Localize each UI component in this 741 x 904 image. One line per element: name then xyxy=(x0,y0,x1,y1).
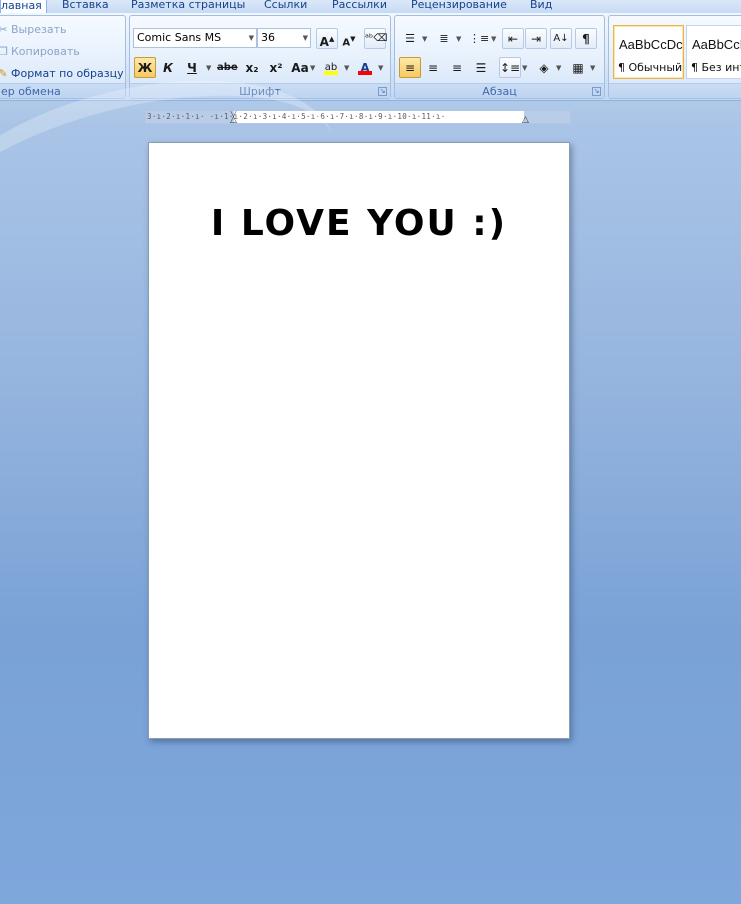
clipboard-group: ✂ Вырезать ❐ Копировать ✎ Формат по образцу… xyxy=(0,15,126,99)
brush-icon: ✎ xyxy=(0,67,8,80)
format-painter-button[interactable]: ✎ Формат по образцу xyxy=(0,66,124,82)
style-name: ¶ Без инте xyxy=(691,61,741,74)
highlight-button[interactable]: ab xyxy=(320,57,342,78)
font-color-button[interactable]: A xyxy=(354,57,376,78)
cut-button[interactable]: ✂ Вырезать xyxy=(0,22,66,38)
font-color-swatch xyxy=(358,71,372,75)
right-indent-marker[interactable]: △ xyxy=(521,116,530,124)
style-no-spacing[interactable]: AaBbCcDc ¶ Без инте xyxy=(686,25,741,79)
font-size-combo[interactable]: 36 ▼ xyxy=(257,28,311,48)
subscript-button[interactable]: x₂ xyxy=(241,57,263,78)
underline-button[interactable]: Ч xyxy=(181,57,203,78)
ribbon-tab-bar: лавная Вставка Разметка страницы Ссылки … xyxy=(0,0,741,13)
shading-icon[interactable]: ◈ xyxy=(533,57,555,78)
chevron-down-icon[interactable]: ▼ xyxy=(344,64,349,72)
tab-mailings[interactable]: Рассылки xyxy=(332,0,387,13)
style-sample: AaBbCcDc xyxy=(692,37,741,52)
chevron-down-icon[interactable]: ▼ xyxy=(422,35,427,43)
paragraph-group: ☰ ▼ ≣ ▼ ⋮≡ ▼ ⇤ ⇥ A↓ ¶ ≡ ≡ ≡ ☰ ↕≡ ▼ ◈ ▼ ▦… xyxy=(394,15,605,99)
show-marks-button[interactable]: ¶ xyxy=(575,28,597,49)
format-painter-label: Формат по образцу xyxy=(11,67,124,80)
ribbon: ✂ Вырезать ❐ Копировать ✎ Формат по образцу… xyxy=(0,13,741,101)
shrink-font-icon: A xyxy=(342,37,351,49)
style-normal[interactable]: AaBbCcDc ¶ Обычный xyxy=(613,25,684,79)
copy-icon: ❐ xyxy=(0,45,8,58)
borders-icon[interactable]: ▦ xyxy=(567,57,589,78)
tab-references[interactable]: Ссылки xyxy=(264,0,307,13)
chevron-down-icon[interactable]: ▼ xyxy=(590,64,595,72)
align-right-icon[interactable]: ≡ xyxy=(446,57,468,78)
paragraph-dialog-launcher-icon[interactable]: ↘ xyxy=(592,87,601,96)
bullets-icon[interactable]: ☰ xyxy=(399,28,421,49)
styles-group-label xyxy=(609,83,741,98)
align-left-icon[interactable]: ≡ xyxy=(399,57,421,78)
chevron-down-icon[interactable]: ▼ xyxy=(522,64,527,72)
justify-icon[interactable]: ☰ xyxy=(470,57,492,78)
copy-button[interactable]: ❐ Копировать xyxy=(0,44,80,60)
shrink-font-button[interactable]: A▼ xyxy=(338,28,360,49)
ruler-right-margin xyxy=(524,111,570,123)
tab-page-layout[interactable]: Разметка страницы xyxy=(131,0,245,13)
numbering-icon[interactable]: ≣ xyxy=(433,28,455,49)
scissors-icon: ✂ xyxy=(0,23,8,36)
chevron-down-icon[interactable]: ▼ xyxy=(556,64,561,72)
style-sample: AaBbCcDc xyxy=(619,37,683,52)
decrease-indent-icon[interactable]: ⇤ xyxy=(502,28,524,49)
chevron-down-icon[interactable]: ▼ xyxy=(249,29,254,47)
font-name-value: Comic Sans MS xyxy=(137,31,222,44)
chevron-down-icon[interactable]: ▼ xyxy=(310,64,315,72)
chevron-down-icon[interactable]: ▼ xyxy=(491,35,496,43)
highlight-color-swatch xyxy=(324,71,338,75)
tab-home[interactable]: лавная xyxy=(0,0,47,13)
grow-font-button[interactable]: A▲ xyxy=(316,28,338,49)
chevron-down-icon[interactable]: ▼ xyxy=(456,35,461,43)
bold-button[interactable]: Ж xyxy=(134,57,156,78)
paragraph-group-label: Абзац xyxy=(395,83,604,98)
style-name: ¶ Обычный xyxy=(618,61,683,74)
font-dialog-launcher-icon[interactable]: ↘ xyxy=(378,87,387,96)
document-page[interactable]: I LOVE YOU :) xyxy=(148,142,570,739)
align-center-icon[interactable]: ≡ xyxy=(422,57,444,78)
font-size-value: 36 xyxy=(261,31,275,44)
chevron-down-icon[interactable]: ▼ xyxy=(303,29,308,47)
grow-font-icon: A xyxy=(319,35,329,49)
sort-icon[interactable]: A↓ xyxy=(550,28,572,49)
styles-group: AaBbCcDc ¶ Обычный AaBbCcDc ¶ Без инте xyxy=(608,15,741,99)
copy-label: Копировать xyxy=(11,45,80,58)
tab-view[interactable]: Вид xyxy=(530,0,552,13)
superscript-button[interactable]: x² xyxy=(265,57,287,78)
chevron-down-icon[interactable]: ▼ xyxy=(206,64,211,72)
italic-button[interactable]: К xyxy=(157,57,179,78)
clear-formatting-button[interactable]: ᵃᵇ⌫ xyxy=(364,28,388,49)
cut-label: Вырезать xyxy=(11,23,67,36)
tab-insert[interactable]: Вставка xyxy=(62,0,109,13)
increase-indent-icon[interactable]: ⇥ xyxy=(525,28,547,49)
document-text[interactable]: I LOVE YOU :) xyxy=(149,203,569,244)
change-case-button[interactable]: Aa xyxy=(290,57,310,78)
tab-review[interactable]: Рецензирование xyxy=(411,0,507,13)
chevron-down-icon[interactable]: ▼ xyxy=(378,64,383,72)
eraser-icon: ᵃᵇ⌫ xyxy=(365,33,388,44)
multilevel-list-icon[interactable]: ⋮≡ xyxy=(468,28,490,49)
line-spacing-icon[interactable]: ↕≡ xyxy=(499,57,521,78)
strikethrough-button[interactable]: abe xyxy=(216,57,238,78)
font-name-combo[interactable]: Comic Sans MS ▼ xyxy=(133,28,257,48)
